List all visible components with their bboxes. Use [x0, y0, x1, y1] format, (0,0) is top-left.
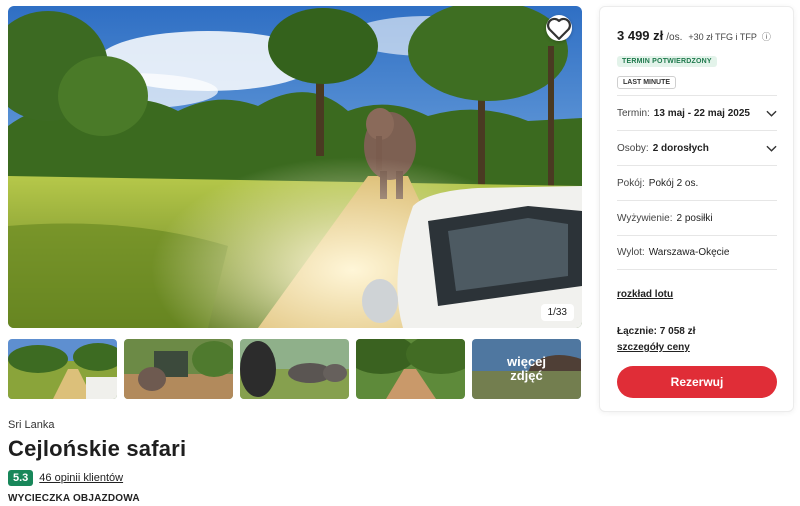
price-details-link[interactable]: szczegóły ceny — [617, 342, 690, 353]
book-button[interactable]: Rezerwuj — [617, 366, 777, 398]
chevron-down-icon — [766, 110, 777, 117]
persons-value: 2 dorosłych — [652, 142, 709, 154]
room-label: Pokój: — [617, 177, 645, 189]
thumbnail-4[interactable] — [356, 339, 465, 399]
thumbnail-image — [240, 339, 349, 399]
board-value: 2 posiłki — [676, 212, 713, 224]
trip-type: WYCIECZKA OBJAZDOWA — [8, 493, 140, 504]
thumbnail-3[interactable] — [240, 339, 349, 399]
thumbnail-image — [124, 339, 233, 399]
board-label: Wyżywienie: — [617, 212, 673, 224]
heart-icon — [547, 17, 571, 40]
more-photos-label-line2: zdjęć — [510, 368, 543, 383]
flight-schedule-link[interactable]: rozkład lotu — [617, 289, 673, 300]
thumbnail-strip: więcej zdjęć — [8, 339, 582, 399]
price: 3 499 zł — [617, 28, 664, 43]
extra-fees: +30 zł TFG i TFP — [688, 32, 757, 42]
persons-selector[interactable]: Osoby: 2 dorosłych — [617, 130, 777, 165]
departure-row: Wylot: Warszawa-Okęcie — [617, 235, 777, 270]
chevron-down-icon — [766, 145, 777, 152]
booking-card: 3 499 zł /os. +30 zł TFG i TFP ⓘ TERMIN … — [599, 6, 794, 412]
thumbnail-2[interactable] — [124, 339, 233, 399]
main-photo[interactable]: 1/33 — [8, 6, 582, 328]
thumbnail-image — [356, 339, 465, 399]
more-photos-overlay: więcej zdjęć — [472, 339, 581, 399]
price-per-person: /os. — [666, 32, 683, 43]
room-value: Pokój 2 os. — [648, 177, 699, 189]
departure-value: Warszawa-Okęcie — [648, 247, 730, 258]
trip-country: Sri Lanka — [8, 419, 55, 431]
board-row: Wyżywienie: 2 posiłki — [617, 200, 777, 235]
photo-counter: 1/33 — [540, 304, 574, 321]
price-row: 3 499 zł /os. +30 zł TFG i TFP ⓘ — [617, 28, 771, 43]
rating-badge: 5.3 — [8, 470, 34, 486]
date-value: 13 maj - 22 maj 2025 — [653, 107, 750, 119]
total-price: Łącznie: 7 058 zł — [617, 326, 696, 337]
room-row: Pokój: Pokój 2 os. — [617, 165, 777, 200]
reviews-link[interactable]: 46 opinii klientów — [39, 472, 123, 484]
rating-row: 5.3 46 opinii klientów — [8, 470, 123, 486]
thumbnail-1[interactable] — [8, 339, 117, 399]
thumbnail-more-photos[interactable]: więcej zdjęć — [472, 339, 581, 399]
favorite-button[interactable] — [546, 15, 572, 41]
safari-elephant-photo — [8, 6, 582, 328]
persons-label: Osoby: — [617, 142, 649, 154]
thumbnail-image — [8, 339, 117, 399]
more-photos-label-line1: więcej — [506, 354, 547, 369]
info-icon[interactable]: ⓘ — [762, 30, 771, 43]
status-badge-confirmed: TERMIN POTWIERDZONY — [617, 56, 717, 67]
date-selector[interactable]: Termin: 13 maj - 22 maj 2025 — [617, 95, 777, 130]
page-title: Cejlońskie safari — [8, 436, 187, 461]
date-label: Termin: — [617, 107, 650, 119]
departure-label: Wylot: — [617, 247, 645, 258]
status-badge-last-minute: LAST MINUTE — [617, 76, 677, 89]
